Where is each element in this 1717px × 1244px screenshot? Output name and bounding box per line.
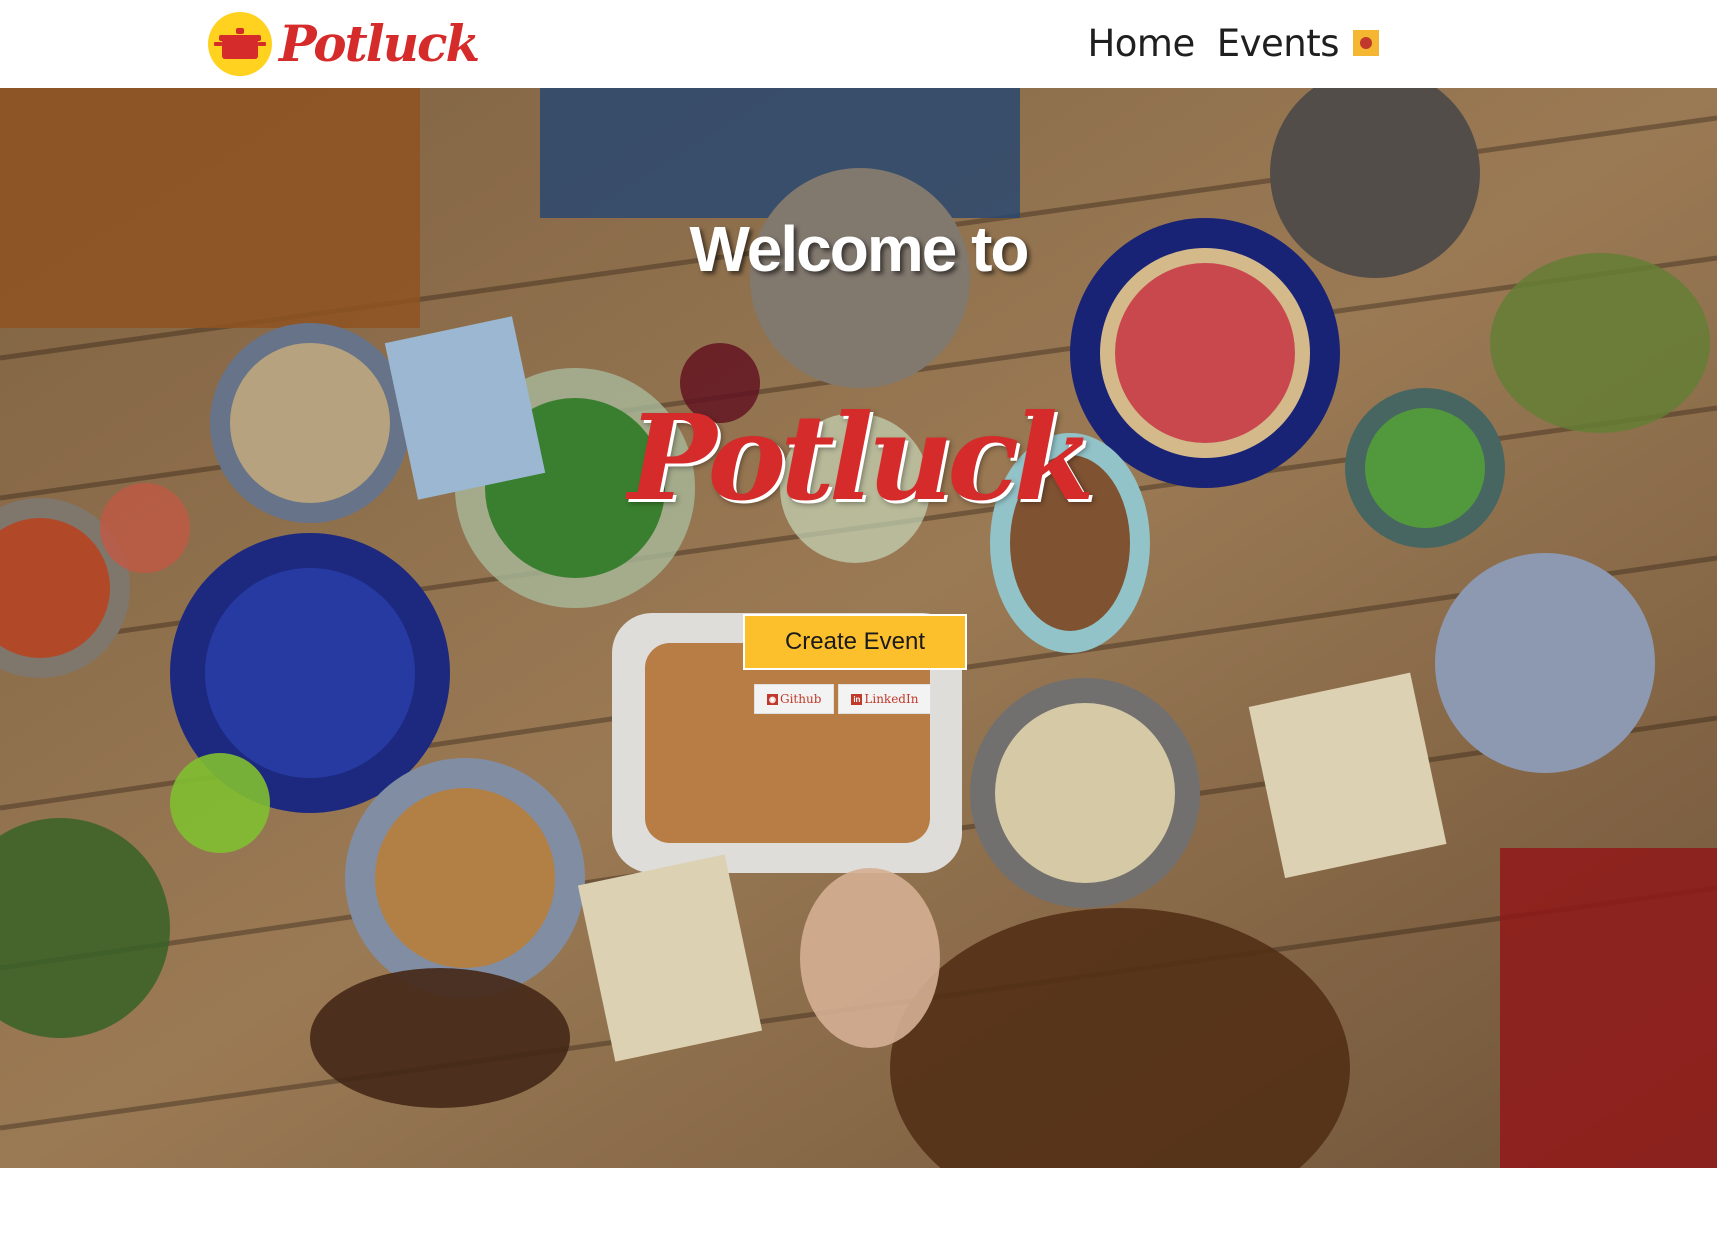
- linkedin-label: LinkedIn: [864, 692, 919, 706]
- top-navbar: Potluck Home Events: [0, 0, 1717, 88]
- hero-title: Welcome to: [689, 213, 1030, 285]
- github-label: Github: [780, 692, 822, 706]
- social-links: ◉ Github in LinkedIn: [754, 684, 935, 714]
- create-event-button[interactable]: Create Event: [743, 614, 967, 670]
- brand-name: Potluck: [279, 14, 480, 73]
- github-icon: ◉: [767, 693, 778, 705]
- linkedin-icon: in: [851, 693, 863, 705]
- linkedin-link[interactable]: in LinkedIn: [838, 684, 932, 714]
- notification-badge-icon[interactable]: [1353, 30, 1379, 56]
- nav-link-home[interactable]: Home: [1087, 22, 1195, 65]
- github-link[interactable]: ◉ Github: [754, 684, 835, 714]
- nav-links: Home Events: [1065, 18, 1379, 68]
- nav-link-events[interactable]: Events: [1217, 22, 1340, 65]
- cooking-pot-icon: [208, 12, 272, 76]
- hero-brand-logo: Potluck: [628, 388, 1095, 527]
- hero-section: Welcome to Potluck Create Event ◉ Github…: [0, 88, 1717, 1168]
- brand-logo-link[interactable]: Potluck: [207, 10, 480, 78]
